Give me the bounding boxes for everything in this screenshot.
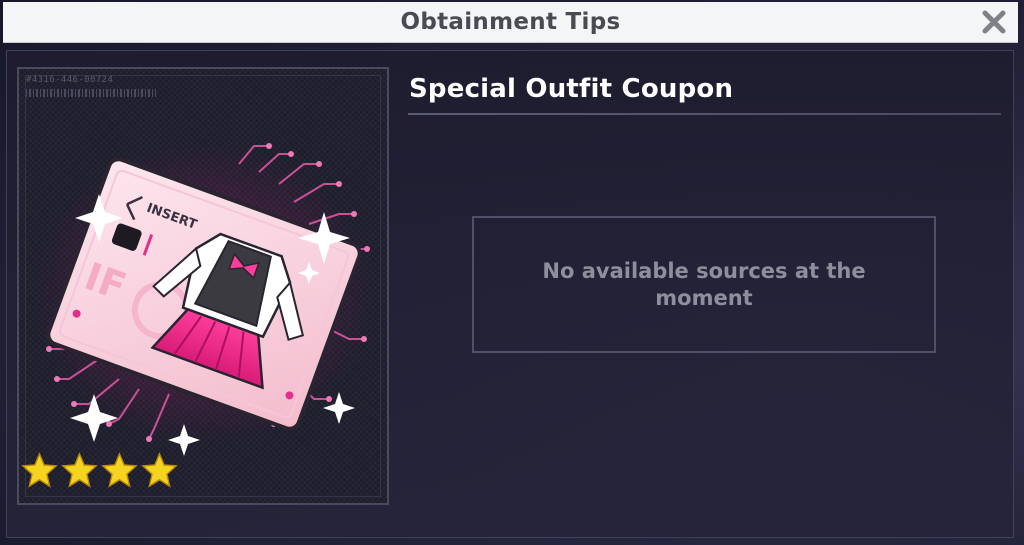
outfit-coupon-icon: INSERT IF: [34, 143, 374, 456]
rarity-stars: [21, 452, 178, 489]
close-icon: [982, 10, 1006, 34]
item-name: Special Outfit Coupon: [409, 74, 734, 104]
dialog-title-bar: Obtainment Tips: [3, 2, 1018, 43]
star-icon: [61, 452, 98, 488]
barcode-decoration: [26, 89, 156, 97]
name-divider: [408, 113, 1001, 115]
dialog-title: Obtainment Tips: [400, 9, 621, 35]
star-icon: [21, 452, 58, 488]
star-icon: [101, 452, 138, 488]
star-icon: [141, 452, 178, 488]
item-serial-code: #4316-446-00724: [26, 75, 114, 85]
obtainment-tips-screen: Obtainment Tips #4316-446-00724 INSERT I…: [0, 0, 1024, 545]
close-button[interactable]: [980, 8, 1008, 36]
item-card: #4316-446-00724 INSERT IF: [17, 67, 389, 505]
sources-empty-message: No available sources at the moment: [542, 258, 866, 310]
sources-empty-box: No available sources at the moment: [472, 216, 936, 353]
